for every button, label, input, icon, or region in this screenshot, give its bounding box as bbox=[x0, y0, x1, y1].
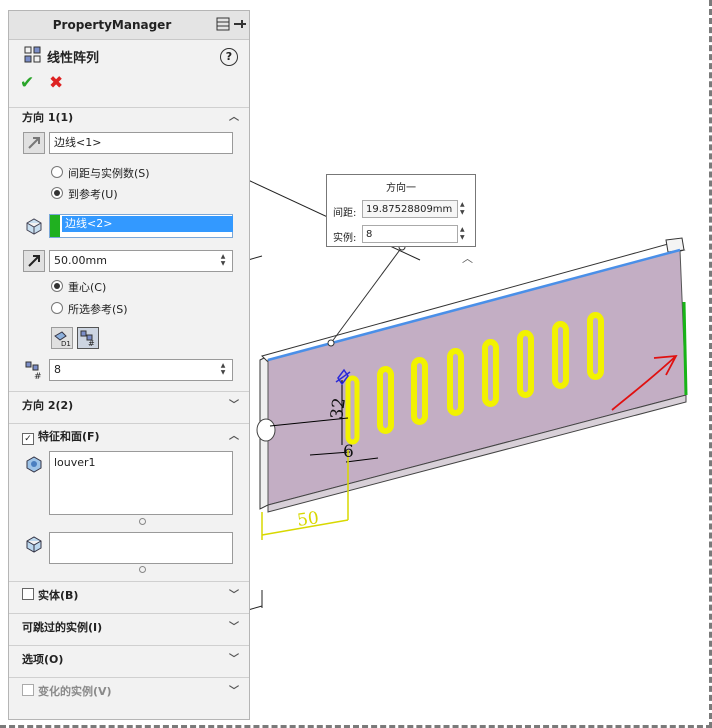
property-manager-header: PropertyManager bbox=[9, 11, 249, 40]
direction1-edge-field[interactable]: 边线<1> bbox=[49, 132, 233, 154]
offset-spinner[interactable]: ▲ ▼ bbox=[216, 253, 230, 269]
direction1-header[interactable]: 方向 1(1) ︿ bbox=[9, 107, 249, 129]
list-item[interactable]: louver1 bbox=[54, 456, 228, 469]
property-manager-title: PropertyManager bbox=[52, 18, 172, 32]
option-spacing-instances[interactable]: 间距与实例数(S) bbox=[51, 165, 150, 183]
option-up-to-reference[interactable]: 到参考(U) bbox=[51, 186, 118, 204]
callout-spinner[interactable]: ▲ ▼ bbox=[460, 201, 472, 217]
instances-field[interactable]: 8 ▲ ▼ bbox=[49, 359, 233, 381]
svg-text:#: # bbox=[88, 339, 95, 348]
help-icon[interactable]: ? bbox=[220, 48, 238, 66]
instances-spinner[interactable]: ▲ ▼ bbox=[216, 362, 230, 378]
dim-width-label[interactable]: 6 bbox=[343, 442, 354, 462]
options-header[interactable]: 选项(O) ﹀ bbox=[9, 649, 249, 671]
svg-text:#: # bbox=[34, 372, 42, 381]
cancel-icon[interactable]: ✖ bbox=[49, 73, 63, 93]
expand-icon[interactable]: ﹀ bbox=[229, 617, 239, 639]
callout-title: 方向一 bbox=[386, 183, 416, 194]
expand-icon[interactable]: ﹀ bbox=[229, 649, 239, 671]
collapse-icon[interactable]: ︿ bbox=[229, 426, 239, 448]
direction-callout[interactable]: 方向一 间距: 19.87528809mm ▲ ▼ 实例: 8 ▲ ▼ bbox=[326, 174, 476, 247]
callout-spacing-row: 间距: 19.87528809mm ▲ ▼ bbox=[327, 199, 475, 221]
faces-list[interactable] bbox=[49, 532, 233, 564]
pin-icon[interactable] bbox=[216, 17, 230, 31]
skip-instances-header[interactable]: 可跳过的实例(I) ﹀ bbox=[9, 617, 249, 639]
callout-collapse-icon[interactable]: ︿ bbox=[462, 252, 473, 265]
feature-title: 线性阵列 bbox=[47, 51, 100, 66]
ok-icon[interactable]: ✔ bbox=[20, 73, 34, 93]
feature-icon bbox=[23, 453, 45, 475]
callout-instances-row: 实例: 8 ▲ ▼ bbox=[327, 224, 475, 246]
linear-pattern-icon bbox=[24, 46, 41, 63]
panel-face[interactable] bbox=[267, 249, 687, 506]
selected-ref-icon[interactable]: # bbox=[77, 327, 99, 349]
pushpin-icon[interactable] bbox=[233, 17, 247, 31]
resize-handle[interactable] bbox=[139, 518, 146, 525]
expand-icon[interactable]: ﹀ bbox=[229, 395, 239, 417]
dim-height-label[interactable]: 32 bbox=[327, 396, 350, 420]
svg-text:D1: D1 bbox=[61, 340, 71, 348]
bodies-checkbox[interactable] bbox=[22, 588, 34, 600]
features-faces-checkbox[interactable]: ✓ bbox=[22, 433, 34, 445]
reference-edge[interactable] bbox=[682, 301, 688, 396]
callout-spacing-field[interactable]: 19.87528809mm bbox=[362, 200, 458, 218]
expand-icon[interactable]: ﹀ bbox=[229, 585, 239, 607]
reference-icon bbox=[23, 215, 45, 237]
option-centroid[interactable]: 重心(C) bbox=[51, 279, 106, 297]
property-manager: PropertyManager 线性阵列 ? ✔ ✖ 方向 1(1) ︿ 边线<… bbox=[8, 10, 250, 720]
features-faces-header[interactable]: ✓ 特征和面(F) ︿ bbox=[9, 426, 249, 448]
callout-spinner[interactable]: ▲ ▼ bbox=[460, 226, 472, 242]
bodies-header[interactable]: 实体(B) ﹀ bbox=[9, 585, 249, 607]
resize-handle[interactable] bbox=[139, 566, 146, 573]
offset-direction-icon[interactable] bbox=[23, 250, 45, 272]
expand-icon[interactable]: ﹀ bbox=[229, 681, 239, 703]
callout-instances-field[interactable]: 8 bbox=[362, 225, 458, 243]
instances-icon: # bbox=[23, 359, 45, 382]
vary-instances-checkbox[interactable] bbox=[22, 684, 34, 696]
features-list[interactable]: louver1 bbox=[49, 451, 233, 515]
feature-header: 线性阵列 ? bbox=[9, 41, 249, 71]
offset-distance-field[interactable]: 50.00mm ▲ ▼ bbox=[49, 250, 233, 272]
direction2-header[interactable]: 方向 2(2) ﹀ bbox=[9, 395, 249, 417]
option-selected-reference[interactable]: 所选参考(S) bbox=[51, 301, 128, 319]
vary-instances-header[interactable]: 变化的实例(V) ﹀ bbox=[9, 681, 249, 703]
reference-field[interactable]: 边线<2> bbox=[49, 214, 233, 238]
collapse-icon[interactable]: ︿ bbox=[229, 107, 239, 129]
dim-offset-label[interactable]: 50 bbox=[296, 508, 320, 531]
edge-direction-icon[interactable] bbox=[23, 132, 45, 154]
centroid-icon[interactable]: D1 bbox=[51, 327, 73, 349]
body-icon bbox=[23, 533, 45, 555]
